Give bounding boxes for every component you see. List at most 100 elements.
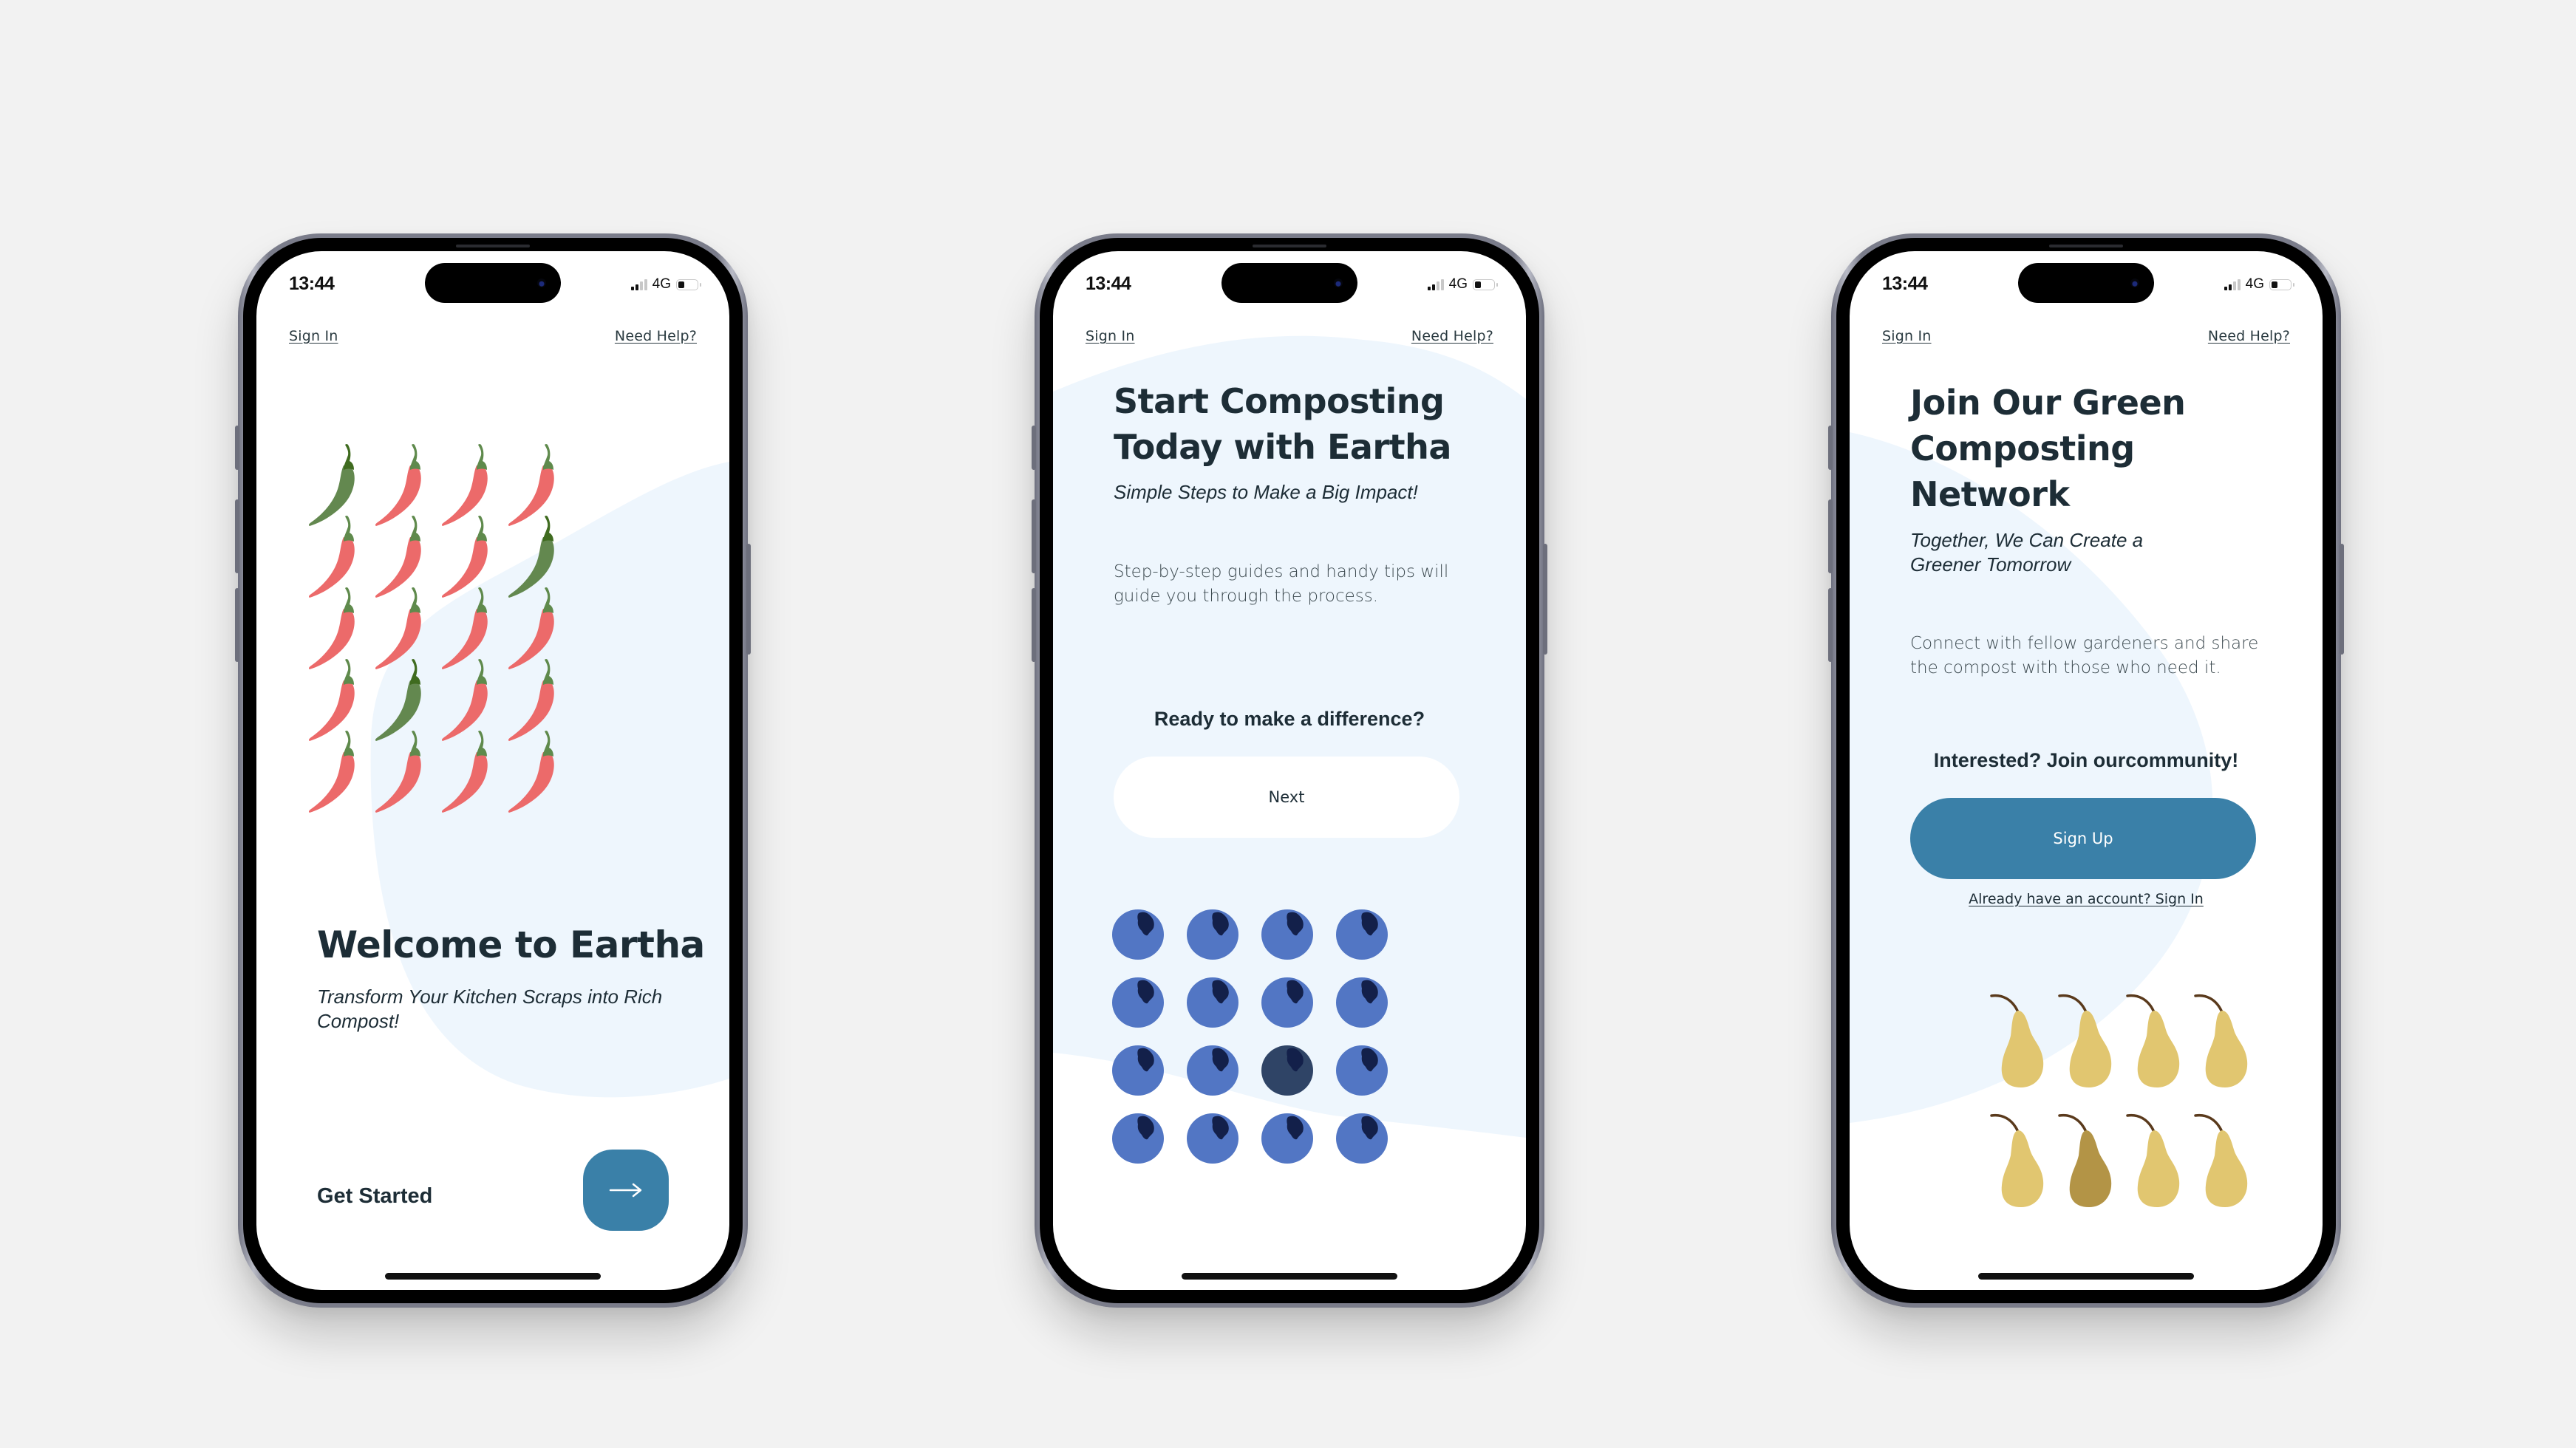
get-started-button[interactable] <box>583 1150 669 1231</box>
signal-bar <box>1436 281 1439 290</box>
earpiece-speaker <box>1253 245 1326 247</box>
blueberry-icon <box>1187 909 1238 960</box>
volume-up-button <box>1032 499 1036 573</box>
blueberry-icon <box>1336 909 1388 960</box>
power-button <box>1543 544 1547 655</box>
red-chili-pepper-icon <box>375 730 421 813</box>
volume-down-button <box>1828 588 1833 662</box>
start-composting-description: Step-by-step guides and handy tips will … <box>1114 562 1449 606</box>
welcome-subtitle: Transform Your Kitchen Scraps into Rich … <box>317 986 663 1032</box>
arrow-right-icon <box>609 1183 642 1198</box>
blueberry-icon <box>1261 1113 1313 1164</box>
sign-in-link[interactable]: Sign In <box>1086 328 1135 344</box>
start-composting-screen: 13:44 4G Sign In Need Help? Start Compos… <box>1053 251 1526 1290</box>
signal-bar <box>630 287 634 290</box>
need-help-link[interactable]: Need Help? <box>1411 328 1493 344</box>
power-button <box>2340 544 2344 655</box>
need-help-link[interactable]: Need Help? <box>615 328 697 344</box>
join-network-description: Connect with fellow gardeners and share … <box>1910 634 2259 677</box>
join-network-title: Join Our Green Composting Network <box>1910 380 2186 517</box>
dynamic-island <box>1221 263 1357 303</box>
signal-bar <box>2232 281 2236 290</box>
red-chili-pepper-icon <box>308 730 355 813</box>
blueberry-icon <box>1112 909 1164 960</box>
need-help-link[interactable]: Need Help? <box>2208 328 2290 344</box>
pear-icon <box>2126 1113 2180 1207</box>
already-have-account-sign-in-link[interactable]: Already have an account? Sign In <box>1850 891 2323 907</box>
pear-icon <box>2126 994 2180 1087</box>
chili-pepper-illustration <box>307 442 573 813</box>
blueberry-icon <box>1336 1113 1388 1164</box>
get-started-label[interactable]: Get Started <box>317 1184 432 1209</box>
signal-bar <box>635 284 638 290</box>
blueberry-icon <box>1336 977 1388 1028</box>
front-camera <box>537 279 546 287</box>
earpiece-speaker <box>456 245 530 247</box>
pear-icon <box>2194 1113 2248 1207</box>
signal-bar <box>1431 284 1435 290</box>
title-line: Start Composting <box>1114 381 1445 421</box>
blueberry-icon <box>1261 977 1313 1028</box>
battery-icon <box>2269 279 2294 290</box>
pear-icon <box>2194 994 2248 1087</box>
status-time: 13:44 <box>1086 273 1131 294</box>
next-button[interactable]: Next <box>1114 757 1459 838</box>
blueberry-icon <box>1187 1045 1238 1096</box>
blueberry-icon <box>1187 1113 1238 1164</box>
status-icons: 4G <box>2224 276 2294 293</box>
battery-icon <box>1473 279 1498 290</box>
home-indicator[interactable] <box>1978 1273 2194 1280</box>
dark-blueberry-icon <box>1261 1045 1313 1096</box>
signal-bar <box>2228 284 2232 290</box>
dynamic-island <box>425 263 561 303</box>
volume-up-button <box>235 499 239 573</box>
status-time: 13:44 <box>289 273 335 294</box>
pear-illustration <box>1990 990 2262 1229</box>
volume-down-button <box>1032 588 1036 662</box>
phone-mockup-join-network: 13:44 4G Sign In Need Help? Join Our Gre… <box>1828 233 2344 1308</box>
blueberry-icon <box>1261 909 1313 960</box>
volume-down-button <box>235 588 239 662</box>
signal-bar <box>2224 287 2227 290</box>
blueberry-icon <box>1112 1113 1164 1164</box>
signal-bar <box>639 281 643 290</box>
blueberry-icon <box>1112 977 1164 1028</box>
power-button <box>746 544 751 655</box>
subtitle-line: Greener Tomorrow <box>1910 553 2071 576</box>
earpiece-speaker <box>2049 245 2123 247</box>
blueberry-icon <box>1336 1045 1388 1096</box>
interested-prompt: Interested? Join ourcommunity! <box>1933 749 2239 771</box>
ready-prompt: Ready to make a difference? <box>1154 708 1425 730</box>
cellular-signal-icon <box>2224 279 2241 290</box>
pear-icon <box>1990 994 2044 1087</box>
signal-bar <box>1427 287 1431 290</box>
blueberry-illustration <box>1111 907 1409 1179</box>
sign-up-button[interactable]: Sign Up <box>1910 798 2256 879</box>
red-chili-pepper-icon <box>508 730 554 813</box>
network-type: 4G <box>2245 276 2264 292</box>
status-time: 13:44 <box>1882 273 1928 294</box>
pear-icon <box>2058 994 2112 1087</box>
status-icons: 4G <box>1427 276 1498 293</box>
start-composting-title: Start Composting Today with Eartha <box>1114 378 1451 470</box>
home-indicator[interactable] <box>385 1273 601 1280</box>
ripe-pear-icon <box>2058 1113 2112 1207</box>
sign-in-link[interactable]: Sign In <box>289 328 338 344</box>
title-line: Composting <box>1910 428 2135 468</box>
front-camera <box>2130 279 2139 287</box>
volume-up-button <box>1828 499 1833 573</box>
battery-icon <box>676 279 701 290</box>
pear-icon <box>1990 1113 2044 1207</box>
blueberry-icon <box>1187 977 1238 1028</box>
front-camera <box>1334 279 1343 287</box>
network-type: 4G <box>652 276 671 292</box>
next-button-label: Next <box>1268 788 1305 806</box>
sign-in-link[interactable]: Sign In <box>1882 328 1932 344</box>
start-composting-subtitle: Simple Steps to Make a Big Impact! <box>1114 481 1418 503</box>
signal-bar <box>644 279 647 290</box>
welcome-title: Welcome to Eartha <box>317 923 705 966</box>
title-line: Join Our Green <box>1910 383 2186 423</box>
home-indicator[interactable] <box>1182 1273 1397 1280</box>
red-chili-pepper-icon <box>441 730 488 813</box>
subtitle-line: Together, We Can Create a <box>1910 529 2144 551</box>
